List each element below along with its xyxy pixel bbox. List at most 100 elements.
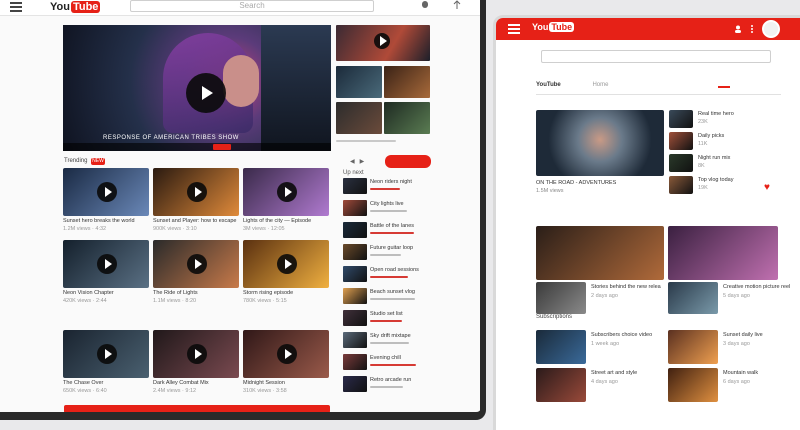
mobile-grid-title[interactable]: Stories behind the new release (591, 284, 661, 290)
video-title[interactable]: Midnight Session (243, 380, 285, 386)
up-next-title[interactable]: Open road sessions (370, 267, 419, 273)
trending-label: Trending (64, 158, 88, 164)
person-icon[interactable] (734, 25, 742, 33)
mobile-grid-title[interactable]: Mountain walk (723, 370, 758, 376)
mobile-list-thumbnail[interactable] (669, 110, 693, 128)
up-next-title[interactable]: City lights live (370, 201, 404, 207)
video-title[interactable]: The Ride of Lights (153, 290, 198, 296)
player-controls[interactable] (63, 143, 331, 151)
play-icon[interactable] (186, 73, 226, 113)
mobile-grid-title[interactable]: Street art and style (591, 370, 637, 376)
video-thumbnail[interactable] (63, 330, 149, 378)
featured-video-thumb[interactable] (536, 110, 664, 176)
up-next-title[interactable]: Beach sunset vlog (370, 289, 415, 295)
play-icon[interactable] (97, 254, 117, 274)
mobile-list-thumbnail[interactable] (669, 154, 693, 172)
mobile-grid-thumbnail[interactable] (668, 368, 718, 402)
mobile-grid-thumbnail[interactable] (536, 368, 586, 402)
youtube-logo[interactable]: You Tube (532, 22, 575, 32)
mobile-grid-thumbnail[interactable] (668, 330, 718, 364)
up-next-thumbnail[interactable] (343, 266, 367, 282)
play-icon[interactable] (187, 182, 207, 202)
video-thumbnail[interactable] (153, 168, 239, 216)
play-icon[interactable] (97, 344, 117, 364)
up-next-thumbnail[interactable] (343, 222, 367, 238)
up-next-title[interactable]: Sky drift mixtape (370, 333, 411, 339)
play-icon[interactable] (187, 254, 207, 274)
play-icon[interactable] (277, 254, 297, 274)
video-title[interactable]: Lights of the city — Episode (243, 218, 311, 224)
up-next-thumbnail[interactable] (343, 376, 367, 392)
up-next-thumbnail[interactable] (343, 310, 367, 326)
mobile-list-title[interactable]: Real time hero (698, 111, 734, 117)
mobile-list-thumbnail[interactable] (669, 132, 693, 150)
up-next-thumbnail[interactable] (343, 354, 367, 370)
mobile-search-input[interactable] (541, 50, 771, 63)
video-title[interactable]: The Chase Over (63, 380, 103, 386)
more-icon[interactable] (748, 25, 756, 33)
video-thumbnail[interactable] (63, 240, 149, 288)
video-thumbnail[interactable] (153, 330, 239, 378)
play-icon[interactable] (187, 344, 207, 364)
up-next-thumbnail[interactable] (343, 332, 367, 348)
suggested-video-thumb[interactable] (384, 66, 430, 98)
up-next-thumbnail[interactable] (343, 288, 367, 304)
suggested-video-thumb[interactable] (384, 102, 430, 134)
mobile-list-thumbnail[interactable] (669, 176, 693, 194)
up-next-title[interactable]: Battle of the lanes (370, 223, 414, 229)
video-title[interactable]: Neon Vision Chapter (63, 290, 114, 296)
mobile-list-title[interactable]: Daily picks (698, 133, 724, 139)
mobile-grid-title[interactable]: Creative motion picture reel (723, 284, 790, 290)
video-thumbnail[interactable] (63, 168, 149, 216)
search-input[interactable]: Search (130, 0, 374, 12)
suggested-video-thumb[interactable] (336, 102, 382, 134)
up-next-thumbnail[interactable] (343, 244, 367, 260)
up-next-thumbnail[interactable] (343, 200, 367, 216)
video-thumbnail[interactable] (153, 240, 239, 288)
up-next-title[interactable]: Retro arcade run (370, 377, 411, 383)
video-meta: 900K views · 3:10 (153, 226, 197, 232)
heart-icon[interactable]: ♥ (764, 182, 770, 193)
up-next-title[interactable]: Studio set list (370, 311, 403, 317)
mobile-grid-thumbnail[interactable] (536, 330, 586, 364)
mobile-header: You Tube (496, 18, 800, 40)
menu-icon[interactable] (508, 24, 520, 34)
play-icon[interactable] (97, 182, 117, 202)
play-icon[interactable] (277, 182, 297, 202)
mobile-list-meta: 23K (698, 119, 708, 125)
bottom-bar (64, 405, 330, 412)
mobile-grid-thumbnail[interactable] (536, 226, 664, 280)
video-thumbnail[interactable] (243, 240, 329, 288)
suggested-video-thumb[interactable] (336, 66, 382, 98)
mobile-grid-title[interactable]: Sunset daily live (723, 332, 763, 338)
up-next-meta-line (370, 232, 414, 234)
avatar[interactable] (762, 20, 780, 38)
mobile-grid-thumbnail[interactable] (668, 226, 778, 280)
video-thumbnail[interactable] (243, 168, 329, 216)
video-title[interactable]: Sunset and Player: how to escape (153, 218, 236, 224)
up-next-title[interactable]: Neon riders night (370, 179, 412, 185)
up-next-title[interactable]: Future guitar loop (370, 245, 413, 251)
subscribe-button[interactable] (385, 155, 431, 168)
sort-controls[interactable]: ◀ ▶ (350, 158, 364, 165)
mobile-grid-thumbnail[interactable] (536, 282, 586, 314)
mobile-list-title[interactable]: Top vlog today (698, 177, 733, 183)
mobile-list-title[interactable]: Night run mix (698, 155, 730, 161)
up-next-title[interactable]: Evening chill (370, 355, 401, 361)
video-title[interactable]: Dark Alley Combat Mix (153, 380, 209, 386)
video-thumbnail[interactable] (243, 330, 329, 378)
video-title[interactable]: Sunset hero breaks the world (63, 218, 135, 224)
bell-icon[interactable] (420, 0, 430, 10)
up-next-thumbnail[interactable] (343, 178, 367, 194)
video-player[interactable]: RESPONSE OF AMERICAN TRIBES SHOW (63, 25, 331, 151)
play-icon[interactable] (277, 344, 297, 364)
tab-youtube[interactable]: YouTube (536, 82, 561, 88)
youtube-logo[interactable]: You Tube (50, 1, 101, 13)
upload-icon[interactable] (452, 0, 462, 10)
tab-home[interactable]: Home (592, 82, 608, 88)
mobile-grid-thumbnail[interactable] (668, 282, 718, 314)
play-icon[interactable] (374, 33, 390, 49)
mobile-grid-title[interactable]: Subscribers choice video (591, 332, 652, 338)
menu-icon[interactable] (10, 2, 22, 12)
video-title[interactable]: Storm rising episode (243, 290, 293, 296)
